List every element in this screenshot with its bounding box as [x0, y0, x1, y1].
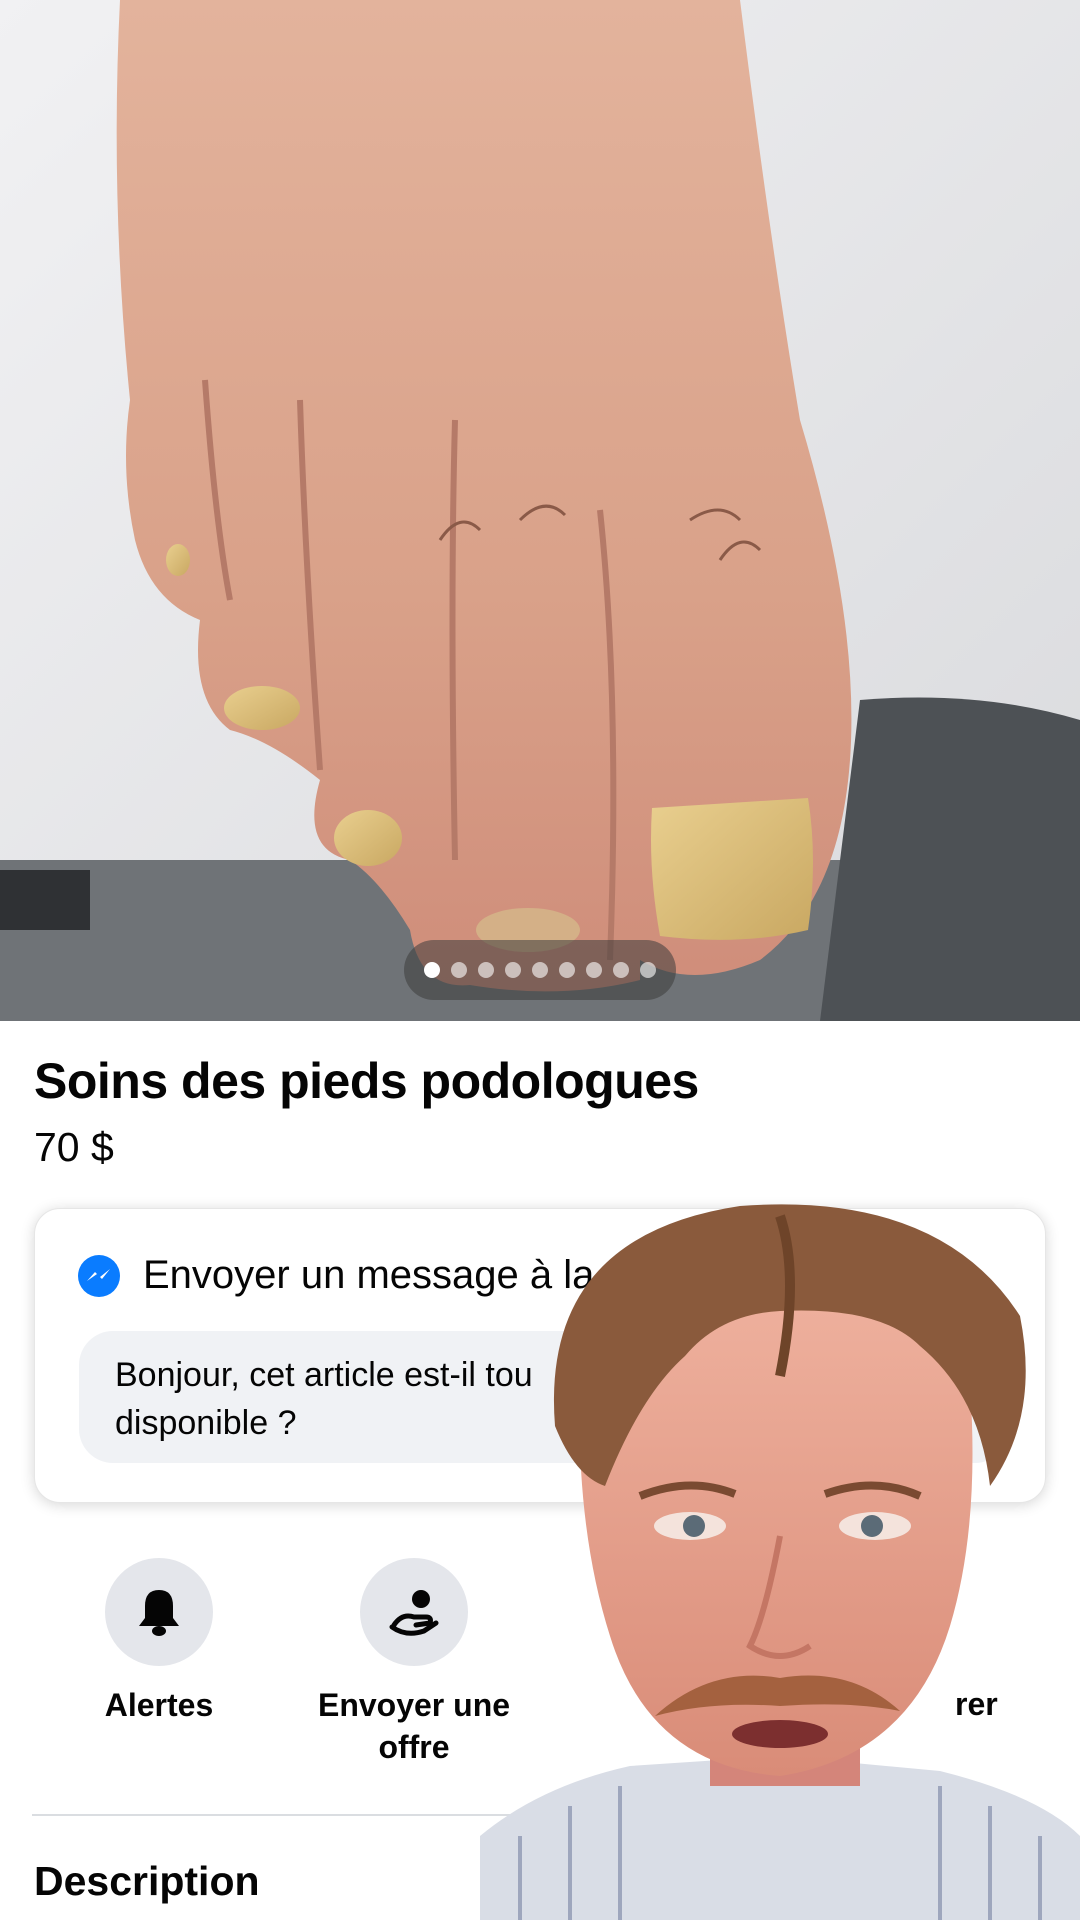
listing-photo[interactable]: [0, 0, 1080, 1021]
presenter-portrait: [480, 1204, 1080, 1920]
listing-price: 70 $: [34, 1124, 114, 1170]
listing-title: Soins des pieds podologues: [34, 1053, 699, 1109]
carousel-dot[interactable]: [586, 962, 602, 978]
carousel-indicator[interactable]: [404, 940, 676, 1000]
offer-icon-circle: [360, 1558, 468, 1666]
carousel-dot[interactable]: [532, 962, 548, 978]
alerts-label-text: Alertes: [104, 1687, 214, 1723]
alerts-button[interactable]: Alertes: [29, 1558, 289, 1726]
description-heading: Description: [34, 1858, 260, 1904]
carousel-dot[interactable]: [559, 962, 575, 978]
carousel-dot[interactable]: [424, 962, 440, 978]
bell-icon: [139, 1590, 179, 1636]
alerts-label: Alertes: [29, 1684, 289, 1726]
offer-hand-icon: [389, 1590, 439, 1636]
foot-photo-illustration: [0, 0, 1080, 1021]
carousel-dot[interactable]: [505, 962, 521, 978]
carousel-dot[interactable]: [640, 962, 656, 978]
presenter-video-overlay: [480, 1196, 1080, 1920]
carousel-dot[interactable]: [613, 962, 629, 978]
carousel-dot[interactable]: [451, 962, 467, 978]
messenger-icon: [78, 1254, 120, 1297]
alerts-icon-circle: [105, 1558, 213, 1666]
carousel-dot[interactable]: [478, 962, 494, 978]
